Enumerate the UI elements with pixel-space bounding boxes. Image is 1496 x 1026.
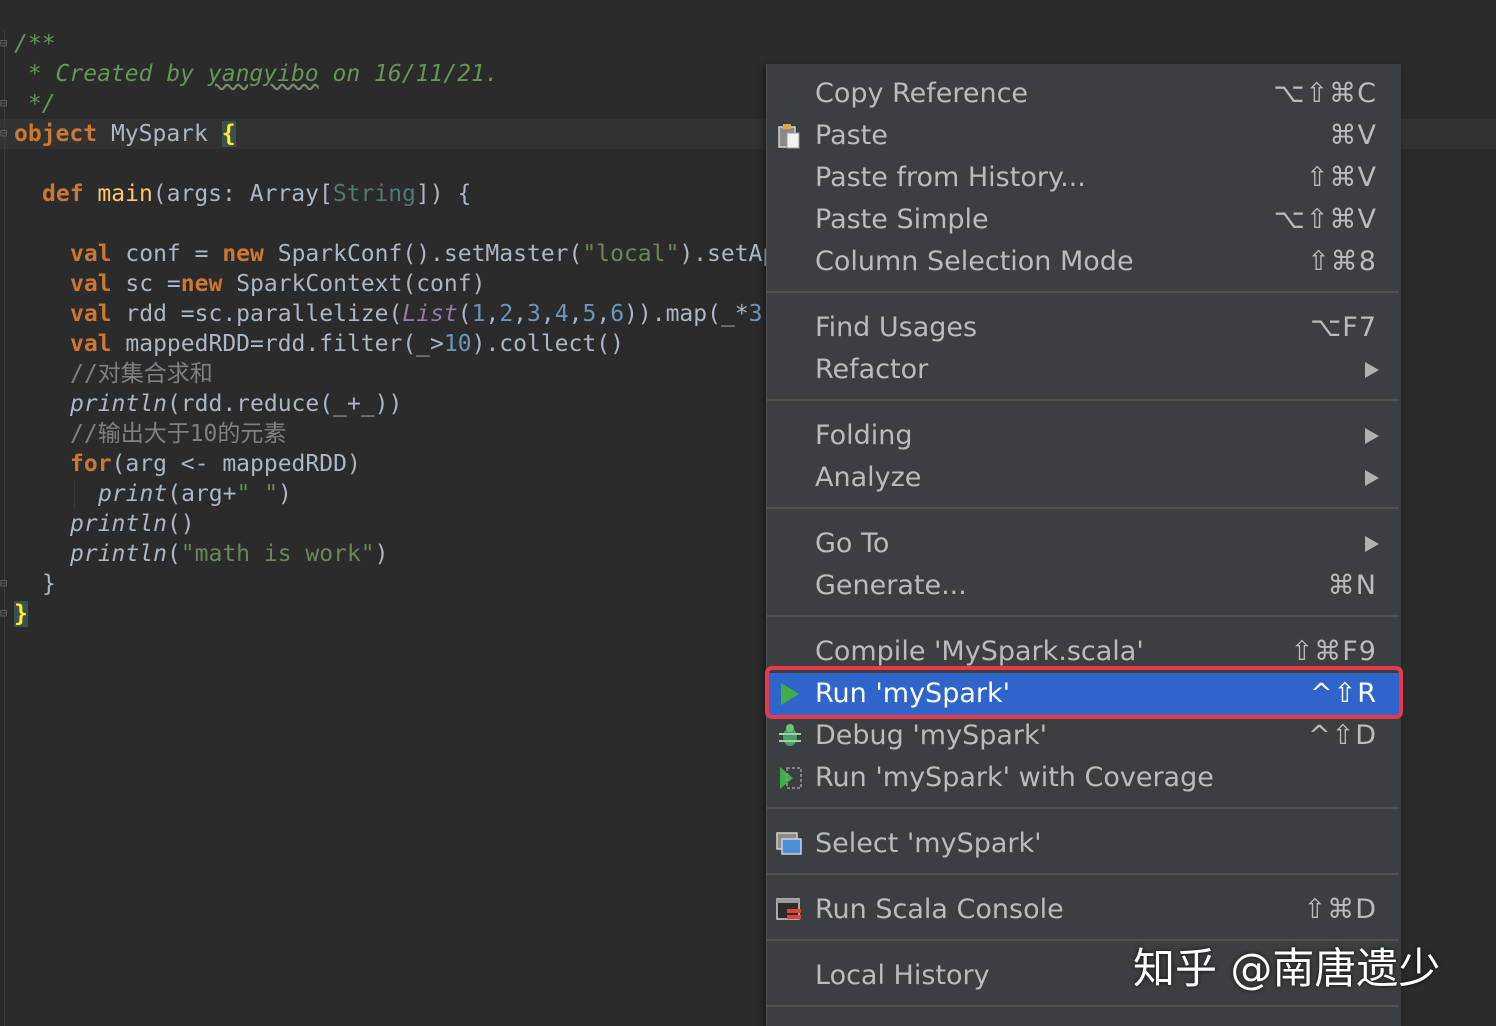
code-line-4: object MySpark { xyxy=(14,121,236,147)
fold-marker-icon[interactable]: ⊟ xyxy=(0,96,10,110)
code-line-16: print(arg+" ") xyxy=(98,481,292,507)
menu-item-copy-reference[interactable]: Copy Reference ⌥⇧⌘C xyxy=(767,73,1401,115)
author-name: yangyibo xyxy=(207,61,319,87)
matched-brace: { xyxy=(221,121,236,147)
scala-console-icon xyxy=(776,898,801,920)
code-line-20: } xyxy=(14,601,28,627)
code-line-1: /** xyxy=(14,31,56,57)
menu-separator xyxy=(767,615,1399,617)
menu-item-find-usages[interactable]: Find Usages ⌥F7 xyxy=(767,307,1401,349)
code-line-10: val rdd =sc.parallelize(List(1,2,3,4,5,6… xyxy=(70,301,763,327)
menu-item-debug[interactable]: Debug 'mySpark' ^⇧D xyxy=(767,715,1401,757)
gutter-divider xyxy=(4,30,5,1026)
code-line-14: //输出大于10的元素 xyxy=(70,421,287,447)
clipboard-icon xyxy=(778,124,800,149)
run-config-icon xyxy=(776,832,802,855)
code-line-11: val mappedRDD=rdd.filter(_>10).collect() xyxy=(70,331,624,357)
menu-item-run-with-coverage[interactable]: Run 'mySpark' with Coverage xyxy=(767,757,1401,799)
menu-item-generate[interactable]: Generate... ⌘N xyxy=(767,565,1401,607)
fold-marker-icon[interactable]: ⊟ xyxy=(0,606,10,620)
menu-separator xyxy=(767,873,1399,875)
menu-item-paste-from-history[interactable]: Paste from History... ⇧⌘V xyxy=(767,157,1401,199)
submenu-arrow-icon xyxy=(1365,536,1379,552)
menu-separator xyxy=(767,1005,1399,1007)
code-line-15: for(arg <- mappedRDD) xyxy=(70,451,361,477)
submenu-arrow-icon xyxy=(1365,470,1379,486)
submenu-arrow-icon xyxy=(1365,428,1379,444)
menu-item-paste-simple[interactable]: Paste Simple ⌥⇧⌘V xyxy=(767,199,1401,241)
code-line-19: } xyxy=(42,571,56,597)
menu-item-column-selection-mode[interactable]: Column Selection Mode ⇧⌘8 xyxy=(767,241,1401,283)
menu-item-run-scala-console[interactable]: Run Scala Console ⇧⌘D xyxy=(767,889,1401,931)
debug-icon xyxy=(779,724,801,746)
menu-separator xyxy=(767,807,1399,809)
code-line-8: val conf = new SparkConf().setMaster("lo… xyxy=(70,241,804,267)
code-line-2: * Created by yangyibo on 16/11/21. xyxy=(14,61,499,87)
menu-item-refactor[interactable]: Refactor xyxy=(767,349,1401,391)
editor-context-menu: Copy Reference ⌥⇧⌘C Paste ⌘V Paste from Hi… xyxy=(766,64,1401,1026)
menu-separator xyxy=(767,399,1399,401)
code-line-17: println() xyxy=(70,511,195,537)
fold-marker-icon[interactable]: ⊟ xyxy=(0,576,10,590)
menu-separator xyxy=(767,291,1399,293)
submenu-arrow-icon xyxy=(1365,362,1379,378)
menu-item-select-config[interactable]: Select 'mySpark' xyxy=(767,823,1401,865)
fold-marker-icon[interactable]: ⊟ xyxy=(0,36,10,50)
code-line-3: */ xyxy=(14,91,56,117)
code-line-9: val sc =new SparkContext(conf) xyxy=(70,271,486,297)
indent-guide xyxy=(74,480,75,510)
run-item-highlight-box xyxy=(765,666,1403,719)
code-line-13: println(rdd.reduce(_+_)) xyxy=(70,391,403,417)
code-line-12: //对集合求和 xyxy=(70,361,213,387)
code-line-6: def main(args: Array[String]) { xyxy=(42,181,472,207)
watermark: 知乎 @南唐遗少 xyxy=(1133,944,1441,993)
code-line-18: println("math is work") xyxy=(70,541,389,567)
menu-item-analyze[interactable]: Analyze xyxy=(767,457,1401,499)
menu-item-paste[interactable]: Paste ⌘V xyxy=(767,115,1401,157)
fold-marker-icon[interactable]: ⊟ xyxy=(0,126,10,140)
menu-separator xyxy=(767,507,1399,509)
coverage-icon xyxy=(780,767,802,789)
menu-item-folding[interactable]: Folding xyxy=(767,415,1401,457)
menu-item-go-to[interactable]: Go To xyxy=(767,523,1401,565)
